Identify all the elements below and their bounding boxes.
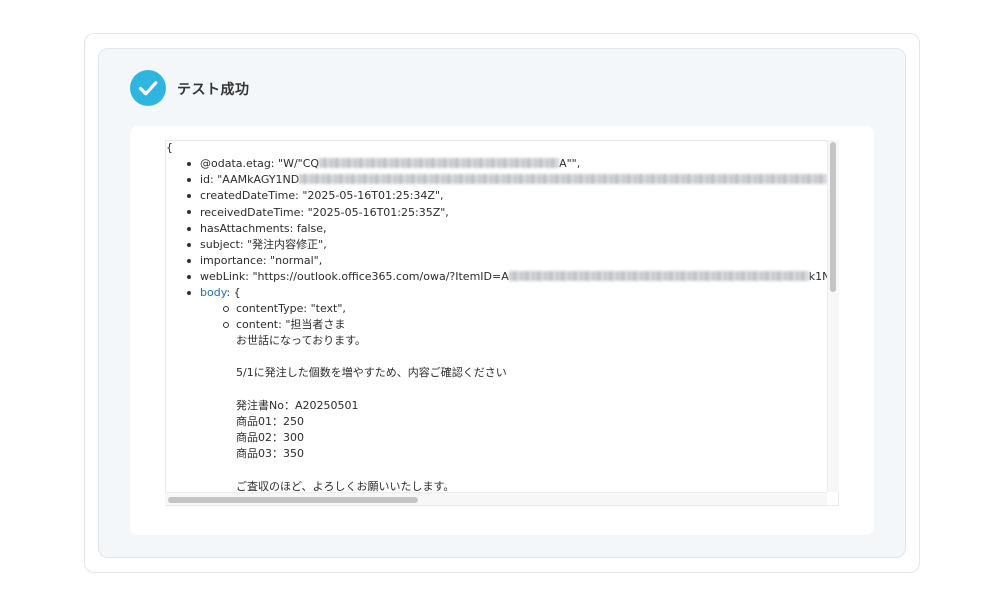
content-line: 5/1に発注した個数を増やすため、内容ご確認ください: [236, 366, 507, 379]
field-id: id: "AAMkAGY1NDnv: [200, 172, 827, 188]
content-line: 商品03：350: [236, 447, 304, 460]
list-bullet: [187, 243, 191, 247]
list-bullet: [187, 194, 191, 198]
field-importance: importance: "normal",: [200, 254, 323, 267]
horizontal-scroll-thumb[interactable]: [168, 497, 418, 503]
json-open-brace: {: [166, 141, 173, 154]
json-tree[interactable]: { @odata.etag: "W/"CQ A"", id: "AAMkAGY1N…: [165, 140, 827, 492]
list-bullet: [187, 210, 191, 214]
field-content-type: contentType: "text",: [236, 302, 346, 315]
field-has-attachments: hasAttachments: false,: [200, 222, 327, 235]
content-line: 発注書No：A20250501: [236, 399, 359, 412]
content-line: ご査収のほど、よろしくお願いいたします。: [236, 480, 455, 492]
content-line: 商品02：300: [236, 431, 304, 444]
field-created-datetime: createdDateTime: "2025-05-16T01:25:34Z",: [200, 189, 444, 202]
check-circle-icon: [130, 70, 166, 106]
list-bullet: [187, 275, 191, 279]
content-line: お世話になっております。: [236, 334, 367, 347]
field-subject: subject: "発注内容修正",: [200, 238, 327, 251]
list-bullet: [187, 291, 191, 295]
redacted-value: [299, 174, 827, 184]
result-title: テスト成功: [177, 82, 250, 98]
field-odata-etag: @odata.etag: "W/"CQ A"",: [200, 157, 581, 170]
list-bullet: [187, 178, 191, 182]
body-key[interactable]: body: [200, 286, 226, 299]
content-line: 商品01：250: [236, 415, 304, 428]
redacted-value: [508, 271, 809, 281]
list-bullet: [187, 162, 191, 166]
list-bullet-hollow: [223, 306, 229, 312]
list-bullet: [187, 227, 191, 231]
redacted-value: [319, 158, 560, 168]
field-body[interactable]: body: {: [200, 285, 241, 301]
field-weblink: webLink: "https://outlook.office365.com/…: [200, 270, 827, 283]
vertical-scroll-thumb[interactable]: [830, 142, 836, 292]
list-bullet-hollow: [223, 322, 229, 328]
content-line: content: "担当者さま: [236, 318, 346, 331]
field-received-datetime: receivedDateTime: "2025-05-16T01:25:35Z"…: [200, 206, 449, 219]
list-bullet: [187, 259, 191, 263]
